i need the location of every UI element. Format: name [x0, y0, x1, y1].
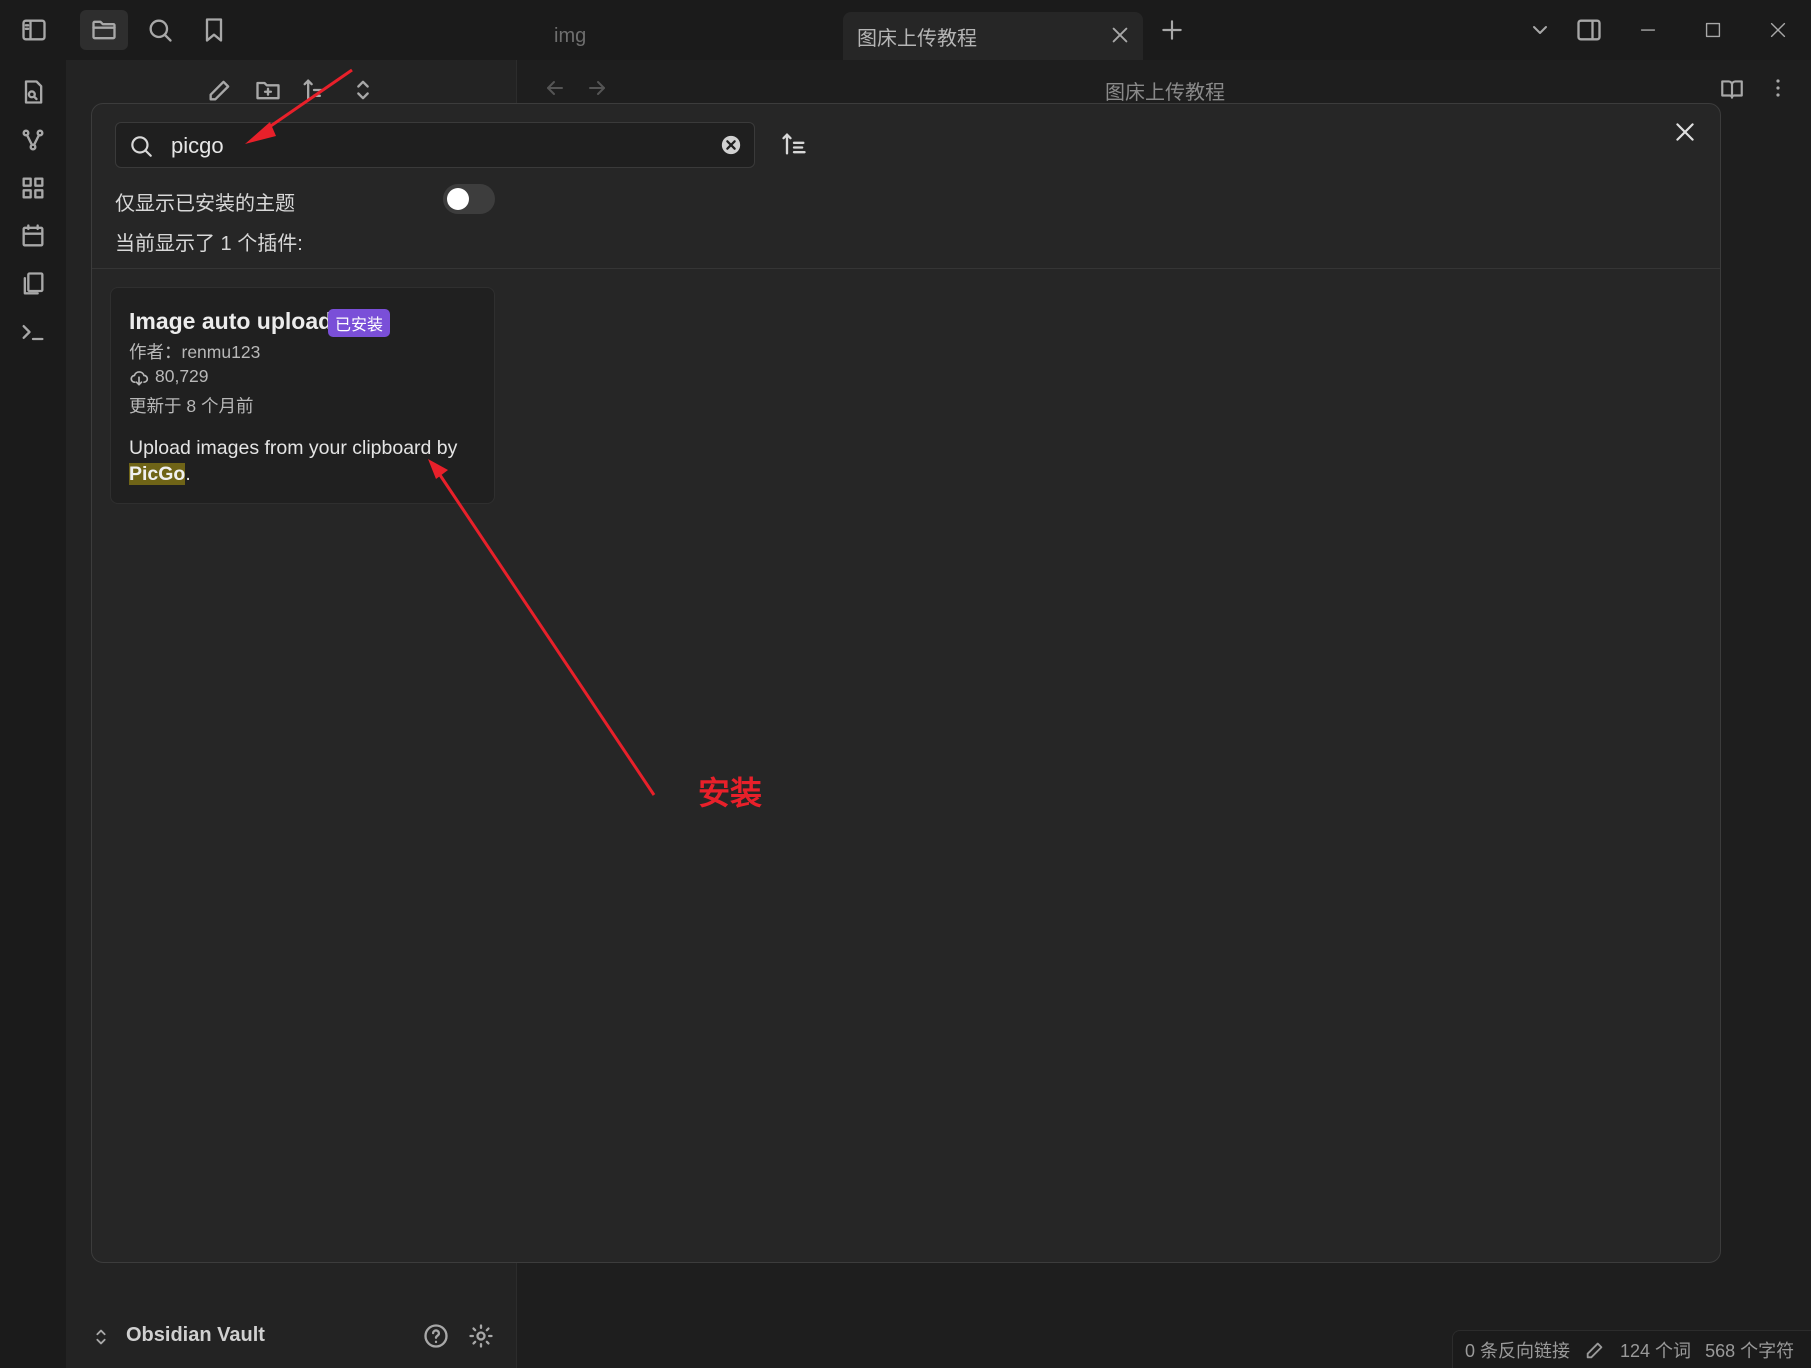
status-bar: 0 条反向链接 124 个词 568 个字符: [1452, 1330, 1811, 1368]
arrow-to-card-line: [438, 474, 656, 796]
char-count: 568 个字符: [1705, 1340, 1795, 1361]
arrow-to-search-line: [261, 68, 353, 134]
arrow-to-search-head: [245, 122, 276, 144]
arrow-to-card-head: [428, 459, 448, 479]
backlinks-count[interactable]: 0 条反向链接: [1465, 1337, 1570, 1363]
word-count: 124 个词: [1620, 1340, 1692, 1361]
annotation-arrows: [245, 68, 656, 796]
edit-mode-icon[interactable]: [1584, 1339, 1606, 1361]
install-annotation: 安装: [698, 775, 763, 811]
pencil-icon: [1586, 1342, 1603, 1358]
